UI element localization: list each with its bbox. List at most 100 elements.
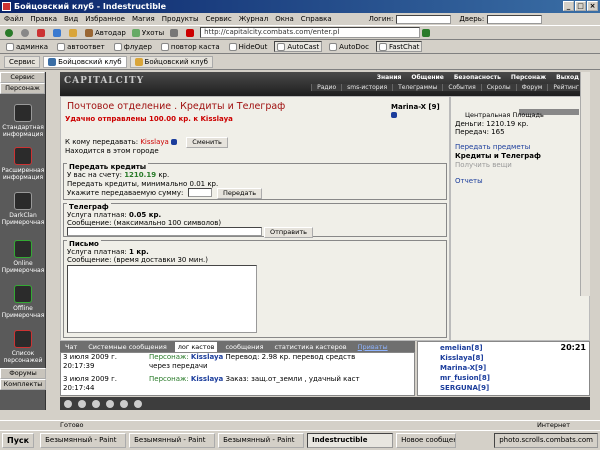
tab-fight-club-2[interactable]: Бойцовский клуб <box>129 56 213 68</box>
letter-textarea[interactable] <box>67 265 257 333</box>
sidebar-sets[interactable]: Комплекты <box>0 379 46 390</box>
send-button[interactable]: Отправить <box>264 227 313 238</box>
receive-items-link[interactable]: Получить вещи <box>455 161 512 169</box>
nav-knowledge[interactable]: Знания <box>372 74 407 81</box>
link-autocast[interactable]: AutoCast <box>274 41 323 52</box>
refresh-button[interactable] <box>51 27 65 38</box>
link-admin[interactable]: админка <box>4 41 50 52</box>
start-button[interactable]: Пуск <box>2 433 35 448</box>
stop-button[interactable] <box>35 27 49 38</box>
toolbar: Автодар Ухоты http://capitalcity.combats… <box>0 25 600 40</box>
tab-service[interactable]: Сервис <box>4 56 41 68</box>
nav-communication[interactable]: Общение <box>406 74 448 81</box>
sidebar-forums[interactable]: Форумы <box>0 368 46 379</box>
autodar-button[interactable]: Автодар <box>83 27 128 38</box>
taskbar-item-paint[interactable]: Безымянный - Paint <box>218 433 305 448</box>
sidebar-header-service[interactable]: Сервис <box>0 72 45 83</box>
back-button[interactable] <box>3 27 17 38</box>
refresh-icon[interactable] <box>120 399 128 408</box>
uhoty-icon <box>131 28 140 37</box>
sidebar-item-darkclan[interactable]: DarkClan Примерочная <box>0 192 46 226</box>
credits-telegraph-link[interactable]: Кредиты и Телеграф <box>455 152 541 160</box>
nav-telegrams[interactable]: Телеграммы <box>392 84 443 91</box>
chat-tab-privates[interactable]: Приваты <box>355 342 391 352</box>
chat-tab-cast-log[interactable]: лог кастов <box>174 341 218 352</box>
current-user[interactable]: Marina-X [9] <box>391 103 449 119</box>
telegraph-input[interactable] <box>67 227 262 236</box>
nav-security[interactable]: Безопасность <box>449 74 506 81</box>
menu-magic[interactable]: Магия <box>132 15 155 23</box>
chat-tab-system[interactable]: Системные сообщения <box>85 342 170 352</box>
settings-icon[interactable] <box>134 399 142 408</box>
sidebar-item-online[interactable]: Online Примерочная <box>0 240 46 274</box>
filter-icon[interactable] <box>92 399 100 408</box>
cut-button[interactable] <box>168 27 182 38</box>
link-autodoc[interactable]: AutoDoc <box>327 41 371 52</box>
user-list-item[interactable]: Kisslaya[8] <box>440 354 484 362</box>
user-list-item[interactable]: Marina-X[9] <box>440 364 486 372</box>
recipient-name[interactable]: Kisslaya <box>140 138 169 146</box>
nav-radio[interactable]: Радио <box>311 84 342 91</box>
door-field[interactable] <box>487 14 543 24</box>
taskbar-item-message[interactable]: Новое сообщение <box>396 433 457 448</box>
taskbar-item-indestructible[interactable]: Indestructible <box>307 433 394 448</box>
sidebar-header-character[interactable]: Персонаж <box>0 83 45 94</box>
go-button[interactable] <box>420 27 434 38</box>
taskbar-item-paint[interactable]: Безымянный - Paint <box>40 433 127 448</box>
menu-view[interactable]: Вид <box>64 15 78 23</box>
min-transfer-text: Передать кредиты, минимально 0.01 кр. <box>67 180 219 188</box>
transfer-items-link[interactable]: Передать предметы <box>455 143 530 151</box>
home-button[interactable] <box>67 27 81 38</box>
taskbar-item-paint[interactable]: Безымянный - Paint <box>129 433 216 448</box>
amount-input[interactable] <box>188 188 212 197</box>
credits-section: Передать кредиты У вас на счету: 1210.19… <box>63 163 447 200</box>
clear-icon[interactable] <box>78 399 86 408</box>
user-list-item[interactable]: emelian[8] <box>440 344 483 352</box>
menu-journal[interactable]: Журнал <box>239 15 268 23</box>
chat-tab-messages[interactable]: сообщения <box>222 342 266 352</box>
sidebar-item-extended-info[interactable]: Расширенная информация <box>0 147 46 181</box>
menu-favorites[interactable]: Избранное <box>85 15 125 23</box>
menu-windows[interactable]: Окна <box>275 15 294 23</box>
forward-button[interactable] <box>19 27 33 38</box>
sidebar-item-list[interactable]: Список персонажей <box>0 330 46 364</box>
smile-icon[interactable] <box>64 399 72 408</box>
page-icon <box>329 42 338 51</box>
nav-character[interactable]: Персонаж <box>506 74 551 81</box>
menu-help[interactable]: Справка <box>301 15 332 23</box>
reports-link[interactable]: Отчеты <box>455 177 483 185</box>
link-flooder[interactable]: флудер <box>112 41 154 52</box>
link-fastchat[interactable]: FastChat <box>375 41 423 52</box>
sound-icon[interactable] <box>106 399 114 408</box>
change-recipient-button[interactable]: Сменить <box>186 137 228 148</box>
filter-button[interactable] <box>184 27 198 38</box>
minimize-button[interactable]: _ <box>563 1 574 11</box>
menu-edit[interactable]: Правка <box>30 15 57 23</box>
sidebar-item-standard-info[interactable]: Стандартная информация <box>0 104 46 138</box>
nav-scrolls[interactable]: Скролы <box>480 84 516 91</box>
address-bar[interactable]: http://capitalcity.combats.com/enter.pl <box>200 27 421 38</box>
link-autoreply[interactable]: автоответ <box>55 41 107 52</box>
nav-rating[interactable]: Рейтинг <box>547 84 584 91</box>
link-repeat-cast[interactable]: повтор каста <box>159 41 222 52</box>
close-button[interactable]: × <box>587 1 598 11</box>
vertical-scrollbar[interactable] <box>580 72 590 296</box>
maximize-button[interactable]: □ <box>575 1 586 11</box>
user-list-item[interactable]: SERGUNA[9] <box>440 384 489 392</box>
nav-sms[interactable]: sms-история <box>341 84 393 91</box>
menu-products[interactable]: Продукты <box>162 15 199 23</box>
menu-service[interactable]: Сервис <box>206 15 232 23</box>
transfer-button[interactable]: Передать <box>217 188 263 199</box>
uhoty-button[interactable]: Ухоты <box>130 27 166 38</box>
chat-tab-chat[interactable]: Чат <box>62 342 80 352</box>
nav-events[interactable]: События <box>442 84 481 91</box>
sidebar-item-offline[interactable]: Offline Примерочная <box>0 285 46 319</box>
chat-log[interactable]: 3 июля 2009 г. 20:17:39 Персонаж: Kissla… <box>60 352 415 396</box>
user-list-item[interactable]: mr_fusion[8] <box>440 374 490 382</box>
menu-file[interactable]: Файл <box>4 15 23 23</box>
link-hideout[interactable]: HideOut <box>227 41 270 52</box>
tab-fight-club-1[interactable]: Бойцовский клуб <box>43 56 127 68</box>
chat-tab-caster-stats[interactable]: статистика кастеров <box>272 342 350 352</box>
nav-forum[interactable]: Форум <box>515 84 548 91</box>
login-field[interactable] <box>396 14 452 24</box>
